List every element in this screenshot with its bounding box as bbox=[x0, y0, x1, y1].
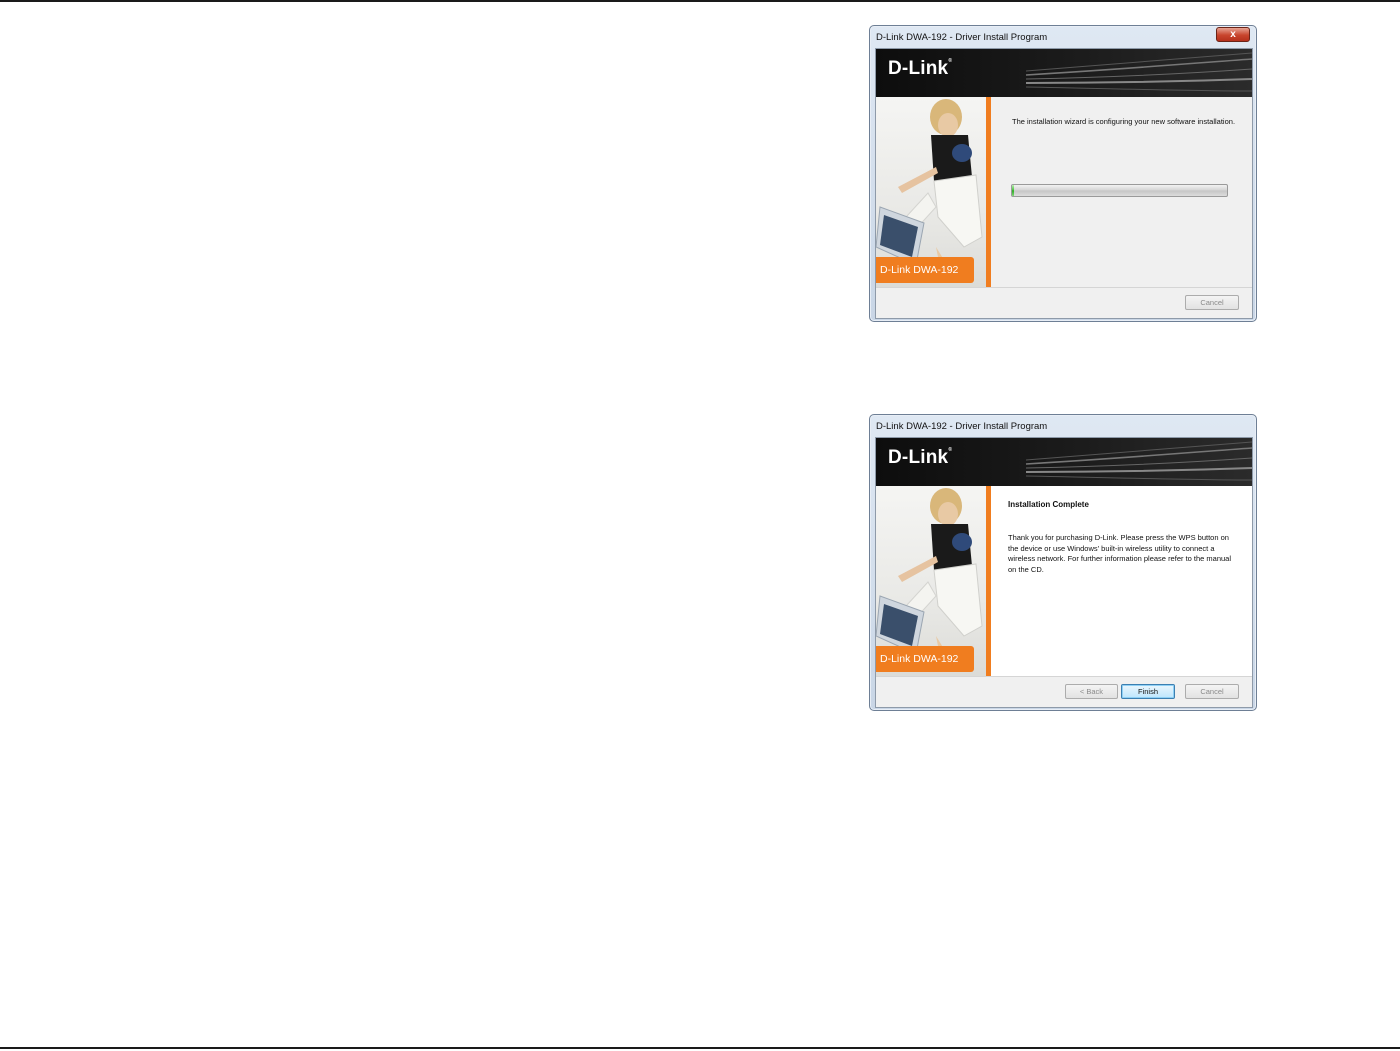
button-footer: < Back Finish Cancel bbox=[876, 676, 1252, 707]
completion-message: Thank you for purchasing D-Link. Please … bbox=[1008, 533, 1232, 574]
brand-banner: D-Link® bbox=[876, 438, 1252, 486]
product-label: D-Link DWA-192 bbox=[876, 646, 974, 672]
wizard-content: The installation wizard is configuring y… bbox=[991, 97, 1252, 287]
install-progress-bar bbox=[1011, 184, 1228, 197]
back-button[interactable]: < Back bbox=[1065, 684, 1118, 699]
product-label: D-Link DWA-192 bbox=[876, 257, 974, 283]
close-icon: x bbox=[1230, 29, 1236, 40]
finish-button[interactable]: Finish bbox=[1121, 684, 1175, 699]
completion-heading: Installation Complete bbox=[1008, 500, 1089, 509]
title-bar[interactable]: D-Link DWA-192 - Driver Install Program … bbox=[870, 26, 1256, 48]
window-title: D-Link DWA-192 - Driver Install Program bbox=[876, 421, 1048, 432]
wizard-content: Installation Complete Thank you for purc… bbox=[991, 486, 1252, 676]
window-client: D-Link® D-Link DWA-192 Installation Comp… bbox=[875, 437, 1253, 708]
installer-window-complete: D-Link DWA-192 - Driver Install Program … bbox=[869, 414, 1257, 711]
button-footer: Cancel bbox=[876, 287, 1252, 318]
cancel-button[interactable]: Cancel bbox=[1185, 684, 1239, 699]
d-link-logo: D-Link® bbox=[888, 447, 953, 468]
window-title: D-Link DWA-192 - Driver Install Program bbox=[876, 32, 1048, 43]
window-client: D-Link® D-Link DWA-192 The installation … bbox=[875, 48, 1253, 319]
cancel-button[interactable]: Cancel bbox=[1185, 295, 1239, 310]
d-link-logo: D-Link® bbox=[888, 58, 953, 79]
status-message: The installation wizard is configuring y… bbox=[1012, 117, 1236, 126]
title-bar[interactable]: D-Link DWA-192 - Driver Install Program bbox=[870, 415, 1256, 437]
page-bottom-rule bbox=[0, 1047, 1400, 1049]
close-button[interactable]: x bbox=[1216, 27, 1250, 42]
installer-window-progress: D-Link DWA-192 - Driver Install Program … bbox=[869, 25, 1257, 322]
progress-fill bbox=[1012, 185, 1015, 196]
page-top-rule bbox=[0, 0, 1400, 2]
brand-banner: D-Link® bbox=[876, 49, 1252, 97]
